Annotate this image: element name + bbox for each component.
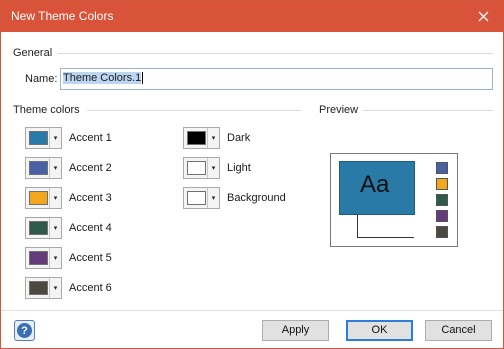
accent-6-swatch [29, 281, 48, 295]
chevron-down-icon[interactable]: ▾ [49, 248, 61, 268]
apply-button[interactable]: Apply [262, 320, 329, 341]
close-icon[interactable] [463, 1, 503, 32]
chevron-down-icon[interactable]: ▾ [207, 158, 219, 178]
preview-panel: Aa [330, 153, 458, 247]
help-icon: ? [17, 323, 32, 338]
preview-line [357, 237, 414, 238]
new-theme-colors-dialog: New Theme Colors General Name: Theme Col… [0, 0, 504, 349]
accent-3-color-picker[interactable]: ▾ [25, 187, 62, 209]
accent-1-swatch [29, 131, 48, 145]
dialog-title: New Theme Colors [11, 9, 114, 23]
accent-4-label: Accent 4 [69, 222, 112, 234]
dark-label: Dark [227, 132, 251, 144]
preview-accent-1-square [436, 162, 448, 174]
footer-divider [1, 310, 503, 311]
name-label: Name: [25, 73, 58, 85]
text-caret [142, 72, 144, 85]
accent-4-color-picker[interactable]: ▾ [25, 217, 62, 239]
accent-1-label: Accent 1 [69, 132, 112, 144]
preview-section-label: Preview [319, 104, 359, 116]
title-bar: New Theme Colors [1, 1, 503, 32]
theme-colors-divider [87, 110, 301, 111]
name-input-value: Theme Colors.1 [63, 72, 142, 84]
general-section-label: General [13, 47, 53, 59]
background-label: Background [227, 192, 286, 204]
preview-accent-4-square [436, 194, 448, 206]
accent-6-color-picker[interactable]: ▾ [25, 277, 62, 299]
chevron-down-icon[interactable]: ▾ [49, 278, 61, 298]
chevron-down-icon[interactable]: ▾ [207, 188, 219, 208]
light-color-picker[interactable]: ▾ [183, 157, 220, 179]
accent-5-color-picker[interactable]: ▾ [25, 247, 62, 269]
accent-6-label: Accent 6 [69, 282, 112, 294]
light-swatch [187, 161, 206, 175]
help-button[interactable]: ? [14, 320, 35, 341]
accent-5-swatch [29, 251, 48, 265]
accent-5-label: Accent 5 [69, 252, 112, 264]
preview-sample-box: Aa [339, 161, 415, 215]
accent-2-color-picker[interactable]: ▾ [25, 157, 62, 179]
accent-3-label: Accent 3 [69, 192, 112, 204]
preview-accent-3-square [436, 178, 448, 190]
preview-divider [363, 110, 493, 111]
preview-accent-5-square [436, 210, 448, 222]
preview-line [357, 215, 358, 237]
background-swatch [187, 191, 206, 205]
light-label: Light [227, 162, 251, 174]
chevron-down-icon[interactable]: ▾ [49, 128, 61, 148]
theme-colors-section-label: Theme colors [13, 104, 80, 116]
chevron-down-icon[interactable]: ▾ [49, 188, 61, 208]
chevron-down-icon[interactable]: ▾ [49, 158, 61, 178]
accent-3-swatch [29, 191, 48, 205]
background-color-picker[interactable]: ▾ [183, 187, 220, 209]
ok-button[interactable]: OK [346, 320, 413, 341]
chevron-down-icon[interactable]: ▾ [207, 128, 219, 148]
accent-2-label: Accent 2 [69, 162, 112, 174]
dark-swatch [187, 131, 206, 145]
dark-color-picker[interactable]: ▾ [183, 127, 220, 149]
name-input[interactable]: Theme Colors.1 [60, 68, 493, 90]
accent-4-swatch [29, 221, 48, 235]
chevron-down-icon[interactable]: ▾ [49, 218, 61, 238]
accent-1-color-picker[interactable]: ▾ [25, 127, 62, 149]
cancel-button[interactable]: Cancel [425, 320, 492, 341]
accent-2-swatch [29, 161, 48, 175]
general-divider [57, 53, 493, 54]
preview-accent-6-square [436, 226, 448, 238]
